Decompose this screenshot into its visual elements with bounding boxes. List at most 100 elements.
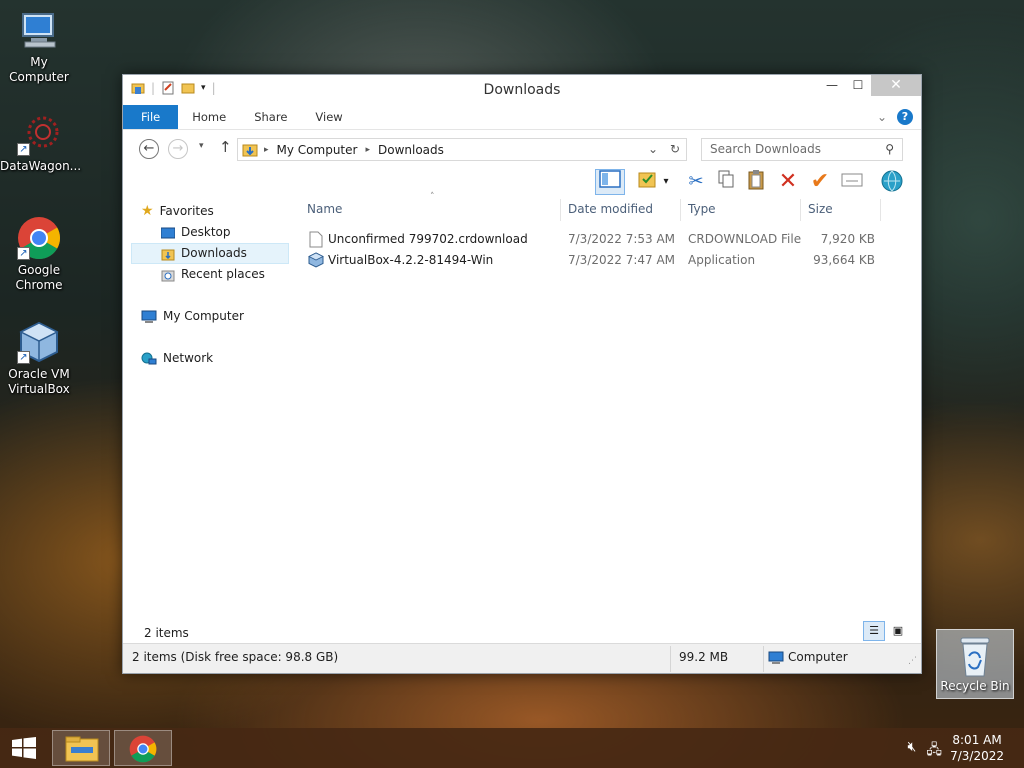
- chevron-down-icon[interactable]: ▾: [659, 169, 673, 195]
- help-icon[interactable]: ?: [897, 109, 913, 125]
- search-input[interactable]: Search Downloads ⚲: [701, 138, 903, 161]
- file-size: 7,920 KB: [820, 232, 875, 246]
- file-name: VirtualBox-4.2.2-81494-Win: [328, 253, 494, 267]
- close-button[interactable]: ✕: [871, 75, 921, 96]
- ribbon-tabs: File Home Share View ⌄ ?: [123, 105, 921, 129]
- volume-muted-icon[interactable]: 🔇︎: [908, 739, 917, 763]
- forward-button[interactable]: →: [168, 139, 188, 159]
- shortcut-arrow-icon: ↗: [17, 143, 30, 156]
- clock[interactable]: 8:01 AM 7/3/2022: [950, 732, 1004, 764]
- clock-time: 8:01 AM: [952, 733, 1002, 747]
- network-icon: [141, 352, 157, 364]
- cut-icon[interactable]: ✂: [683, 169, 709, 195]
- nav-label: Downloads: [181, 246, 247, 260]
- datawagon-icon: ↗: [17, 112, 61, 156]
- tab-view[interactable]: View: [301, 105, 356, 129]
- explorer-window[interactable]: | ▾ | Downloads — ☐ ✕ File Home Share Vi…: [122, 74, 922, 674]
- delete-icon[interactable]: ✕: [775, 169, 801, 195]
- refresh-icon[interactable]: ↻: [670, 142, 680, 156]
- globe-icon[interactable]: [879, 169, 905, 195]
- chrome-icon: [129, 735, 157, 763]
- file-size: 93,664 KB: [813, 253, 875, 267]
- tab-home[interactable]: Home: [178, 105, 240, 129]
- computer-icon: [141, 310, 157, 323]
- rename-icon[interactable]: [839, 169, 865, 195]
- tab-file[interactable]: File: [123, 105, 179, 129]
- computer-icon: [17, 8, 61, 52]
- titlebar[interactable]: | ▾ | Downloads — ☐ ✕: [123, 75, 921, 105]
- column-size[interactable]: Size: [808, 202, 833, 216]
- breadcrumb-downloads[interactable]: Downloads: [378, 143, 444, 157]
- column-headers: ˄ Name Date modified Type Size: [301, 192, 907, 221]
- nav-item-recent-places[interactable]: Recent places: [131, 264, 289, 285]
- desktop-icon-recycle-bin[interactable]: Recycle Bin: [936, 629, 1014, 699]
- computer-icon: [768, 651, 784, 664]
- desktop-icon-label: Recycle Bin: [940, 679, 1010, 693]
- network-status-icon[interactable]: 🖧︎: [926, 739, 942, 763]
- recent-locations-icon[interactable]: ▾: [199, 141, 204, 151]
- shortcut-arrow-icon: ↗: [17, 351, 30, 364]
- taskbar-file-explorer[interactable]: [52, 730, 110, 766]
- minimize-button[interactable]: —: [819, 75, 845, 96]
- paste-icon[interactable]: [743, 169, 769, 195]
- system-tray: 🔇︎ 🖧︎: [908, 739, 942, 763]
- status-location: Computer: [788, 650, 848, 664]
- desktop-icon-label: DataWagon...: [0, 159, 82, 173]
- recycle-bin-icon: [960, 637, 990, 677]
- file-list: ˄ Name Date modified Type Size Unconfirm…: [301, 192, 907, 271]
- desktop-icon-oracle-vm-virtualbox[interactable]: ↗ Oracle VM VirtualBox: [0, 320, 78, 397]
- file-name: Unconfirmed 799702.crdownload: [328, 232, 528, 246]
- address-dropdown-icon[interactable]: ⌄: [648, 142, 658, 156]
- taskbar: 🔇︎ 🖧︎ 8:01 AM 7/3/2022: [0, 728, 1024, 768]
- nav-label: Recent places: [181, 267, 265, 281]
- nav-item-my-computer[interactable]: My Computer: [131, 306, 289, 327]
- maximize-button[interactable]: ☐: [845, 75, 871, 96]
- breadcrumb-separator-icon: ▸: [365, 144, 370, 155]
- desktop-icon-label: My Computer: [9, 55, 69, 84]
- search-placeholder: Search Downloads: [710, 142, 821, 156]
- column-name[interactable]: Name: [307, 202, 342, 216]
- column-date-modified[interactable]: Date modified: [568, 202, 653, 216]
- up-arrow-icon[interactable]: ↑: [219, 138, 232, 156]
- nav-label: Desktop: [181, 225, 231, 239]
- desktop-icon-datawagon[interactable]: ↗ DataWagon...: [0, 112, 82, 174]
- file-row[interactable]: VirtualBox-4.2.2-81494-Win 7/3/2022 7:47…: [301, 250, 907, 271]
- star-icon: ★: [141, 203, 154, 219]
- folder-options-icon[interactable]: [635, 169, 661, 195]
- downloads-folder-icon: [242, 144, 258, 156]
- copy-icon[interactable]: [713, 169, 739, 195]
- desktop-icon-label: Google Chrome: [15, 263, 63, 292]
- desktop-icon-my-computer[interactable]: My Computer: [0, 8, 78, 85]
- file-icon: [309, 231, 323, 248]
- checkmark-icon[interactable]: ✔: [807, 169, 833, 195]
- nav-item-downloads[interactable]: Downloads: [131, 243, 289, 264]
- details-view-icon[interactable]: ☰: [863, 621, 885, 641]
- file-row[interactable]: Unconfirmed 799702.crdownload 7/3/2022 7…: [301, 229, 907, 250]
- nav-item-desktop[interactable]: Desktop: [131, 222, 289, 243]
- expand-ribbon-icon[interactable]: ⌄: [877, 110, 887, 124]
- file-date: 7/3/2022 7:53 AM: [568, 232, 676, 246]
- nav-item-favorites[interactable]: ★ Favorites: [131, 201, 289, 222]
- status-bar: 2 items (Disk free space: 98.8 GB) 99.2 …: [123, 643, 921, 673]
- virtualbox-icon: [308, 252, 324, 268]
- breadcrumb-separator-icon: ▸: [264, 144, 269, 155]
- resize-grip-icon[interactable]: ⋰: [908, 656, 917, 666]
- search-icon[interactable]: ⚲: [885, 139, 894, 160]
- virtualbox-icon: ↗: [17, 320, 61, 364]
- tab-share[interactable]: Share: [240, 105, 301, 129]
- taskbar-google-chrome[interactable]: [114, 730, 172, 766]
- file-type: Application: [688, 253, 756, 267]
- desktop-icon-google-chrome[interactable]: ↗ Google Chrome: [0, 216, 78, 293]
- start-button[interactable]: [10, 736, 38, 760]
- nav-item-network[interactable]: Network: [131, 348, 289, 369]
- recent-places-icon: [161, 270, 175, 281]
- breadcrumb-my-computer[interactable]: My Computer: [277, 143, 358, 157]
- address-input[interactable]: ▸ My Computer ▸ Downloads ⌄ ↻: [237, 138, 687, 161]
- desktop-icon-label: Oracle VM VirtualBox: [8, 367, 70, 396]
- large-icons-view-icon[interactable]: ▣: [887, 621, 909, 641]
- back-button[interactable]: ←: [139, 139, 159, 159]
- column-type[interactable]: Type: [688, 202, 716, 216]
- address-bar-area: ← → ▾ ↑ ▸ My Computer ▸ Downloads ⌄ ↻ Se…: [123, 129, 921, 165]
- nav-label: My Computer: [163, 309, 244, 323]
- preview-pane-icon[interactable]: [595, 169, 625, 195]
